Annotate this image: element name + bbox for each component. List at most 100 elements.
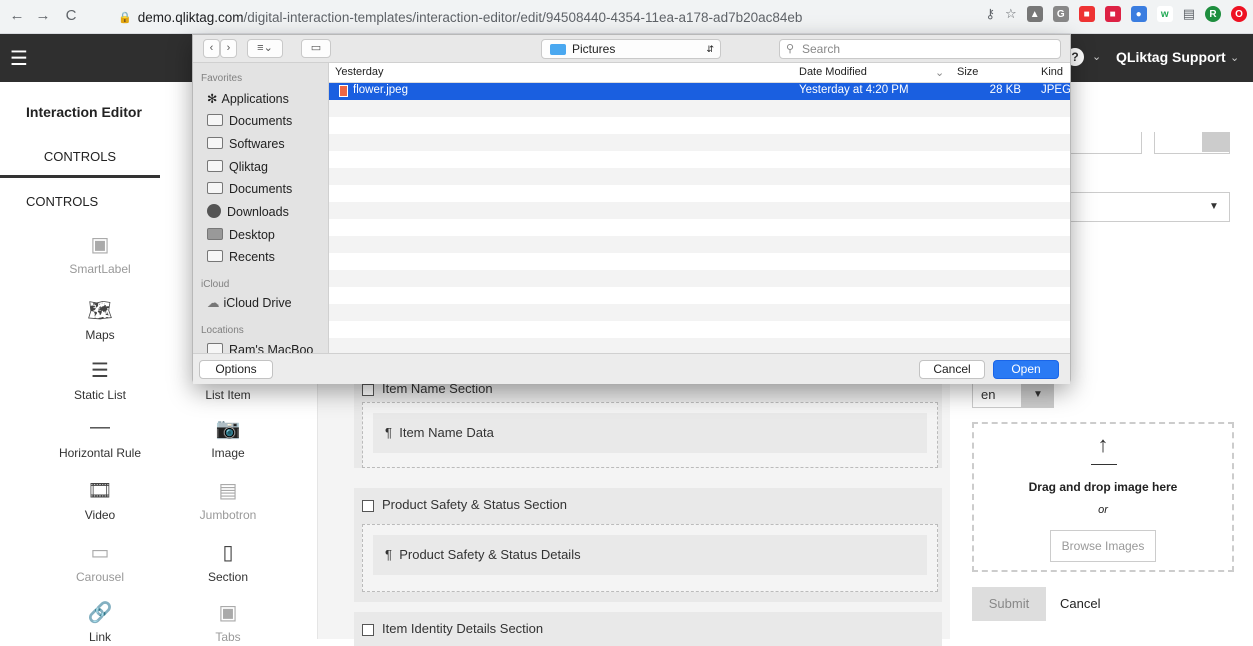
empty-row: [329, 304, 1070, 321]
data-row[interactable]: ¶ Product Safety & Status Details: [373, 535, 927, 575]
sidebar-item-documents-2[interactable]: Documents: [207, 179, 292, 199]
cast-icon[interactable]: ▤: [1183, 6, 1195, 22]
url-path: /digital-interaction-templates/interacti…: [243, 9, 803, 25]
pink-extension-icon[interactable]: ■: [1104, 6, 1121, 22]
sidebar-item-label: Downloads: [227, 205, 289, 219]
sidebar-item-label: Recents: [229, 250, 275, 264]
opera-extension-icon[interactable]: O: [1231, 6, 1247, 22]
smartlabel-icon: ▣: [90, 234, 110, 256]
control-horizontal-rule[interactable]: — Horizontal Rule: [40, 416, 160, 460]
control-video[interactable]: 🎞 Video: [40, 478, 160, 522]
item-identity-section[interactable]: Item Identity Details Section: [354, 612, 942, 646]
word-extension-icon[interactable]: w: [1156, 6, 1173, 22]
control-carousel[interactable]: ▭ Carousel: [40, 540, 160, 584]
property-stepper-button[interactable]: [1202, 132, 1230, 152]
search-input[interactable]: ⚲ Search: [779, 39, 1061, 59]
section-icon: ▯: [222, 542, 234, 564]
tab-controls[interactable]: CONTROLS: [0, 146, 160, 178]
image-dropzone[interactable]: ↑ Drag and drop image here or Browse Ima…: [972, 422, 1234, 572]
list-icon: ☰: [91, 360, 109, 382]
sidebar-item-documents[interactable]: Documents: [207, 111, 292, 131]
column-name[interactable]: Yesterday: [335, 66, 384, 78]
chevron-down-icon[interactable]: ▼: [1022, 382, 1054, 408]
sidebar-item-recents[interactable]: Recents: [207, 247, 275, 267]
blue-extension-icon[interactable]: ●: [1130, 6, 1147, 22]
key-icon[interactable]: ⚷: [986, 6, 996, 22]
control-static-list[interactable]: ☰ Static List: [40, 358, 160, 402]
dialog-cancel-button[interactable]: Cancel: [919, 360, 985, 379]
recents-icon: [207, 250, 223, 262]
sidebar-item-softwares[interactable]: Softwares: [207, 134, 285, 154]
sidebar-item-label: Documents: [229, 114, 293, 128]
paragraph-icon: ¶: [385, 425, 400, 440]
checkbox-icon[interactable]: [362, 383, 374, 396]
red-extension-icon[interactable]: ■: [1078, 6, 1095, 22]
sidebar-item-label: Desktop: [229, 228, 275, 242]
control-tabs[interactable]: ▣ Tabs: [168, 600, 288, 644]
chevron-down-icon[interactable]: ⌄: [1092, 50, 1101, 63]
sidebar-item-applications[interactable]: ✻ Applications: [207, 89, 289, 109]
control-label: List Item: [205, 388, 251, 402]
chevron-down-icon[interactable]: ▼: [1198, 192, 1230, 222]
file-list: Yesterday Date Modified ⌄ Size Kind flow…: [329, 63, 1070, 353]
control-image[interactable]: 📷 Image: [168, 416, 288, 460]
sidebar-item-macbook[interactable]: Ram's MacBoo: [207, 340, 313, 353]
column-date-modified[interactable]: Date Modified: [799, 66, 867, 78]
dialog-footer: Options Cancel Open: [193, 353, 1070, 384]
profile-avatar[interactable]: R: [1205, 6, 1221, 22]
grammar-extension-icon[interactable]: G: [1052, 6, 1069, 22]
control-section[interactable]: ▯ Section: [168, 540, 288, 584]
options-button[interactable]: Options: [199, 360, 273, 379]
dialog-toolbar: ‹ › ≡⌄ ▭ Pictures ⇵ ⚲ Search: [193, 35, 1070, 63]
chevron-down-icon[interactable]: ⌄: [1230, 51, 1239, 64]
sidebar-item-desktop[interactable]: Desktop: [207, 225, 275, 245]
file-list-header: Yesterday Date Modified ⌄ Size Kind: [329, 63, 1070, 83]
back-button[interactable]: ←: [4, 7, 30, 24]
sidebar-item-icloud-drive[interactable]: ☁ iCloud Drive: [207, 293, 292, 313]
horizontal-rule-icon: —: [90, 416, 110, 438]
file-kind: JPEG: [1041, 84, 1070, 96]
location-label: Pictures: [572, 42, 616, 56]
new-folder-button[interactable]: ▭: [301, 39, 331, 58]
column-size[interactable]: Size: [957, 66, 978, 78]
control-label: Jumbotron: [199, 508, 257, 522]
location-popup[interactable]: Pictures ⇵: [541, 39, 721, 59]
sidebar-item-downloads[interactable]: Downloads: [207, 202, 289, 222]
forward-nav-button[interactable]: ›: [220, 39, 237, 58]
column-kind[interactable]: Kind: [1041, 66, 1063, 78]
folder-icon: [207, 160, 223, 172]
open-button[interactable]: Open: [993, 360, 1059, 379]
document-icon: [207, 114, 223, 126]
search-icon: ⚲: [786, 43, 795, 55]
address-bar[interactable]: 🔒 demo.qliktag.com/digital-interaction-t…: [118, 6, 938, 28]
language-select[interactable]: en: [972, 382, 1022, 408]
bookmark-star-icon[interactable]: ☆: [1005, 6, 1017, 22]
control-label: Link: [88, 630, 111, 644]
view-mode-button[interactable]: ≡⌄: [247, 39, 283, 58]
section-dropzone: ¶ Product Safety & Status Details: [362, 524, 938, 592]
control-smartlabel[interactable]: ▣ SmartLabel: [40, 232, 160, 276]
locations-heading: Locations: [201, 325, 244, 336]
control-label: Horizontal Rule: [58, 446, 142, 460]
submit-button[interactable]: Submit: [972, 587, 1046, 621]
checkbox-icon[interactable]: [362, 499, 374, 512]
control-jumbotron[interactable]: ▤ Jumbotron: [168, 478, 288, 522]
menu-icon[interactable]: ☰: [10, 46, 28, 71]
cancel-button[interactable]: Cancel: [1060, 587, 1100, 621]
forward-button[interactable]: →: [30, 7, 56, 24]
drive-extension-icon[interactable]: ▲: [1026, 6, 1043, 22]
control-maps[interactable]: 🗺 Maps: [40, 298, 160, 342]
back-nav-button[interactable]: ‹: [203, 39, 220, 58]
section-title: Item Identity Details Section: [382, 621, 544, 636]
empty-row: [329, 321, 1070, 338]
checkbox-icon[interactable]: [362, 623, 374, 636]
reload-button[interactable]: C: [58, 7, 84, 24]
browse-images-button[interactable]: Browse Images: [1050, 530, 1156, 562]
sidebar-item-qliktag[interactable]: Qliktag: [207, 157, 268, 177]
file-row[interactable]: flower.jpeg Yesterday at 4:20 PM 28 KB JPEG: [329, 83, 1070, 100]
empty-row: [329, 202, 1070, 219]
control-link[interactable]: 🔗 Link: [40, 600, 160, 644]
data-row[interactable]: ¶ Item Name Data: [373, 413, 927, 453]
data-label: Product Safety & Status Details: [399, 547, 581, 562]
user-menu[interactable]: QLiktag Support: [1116, 49, 1226, 65]
